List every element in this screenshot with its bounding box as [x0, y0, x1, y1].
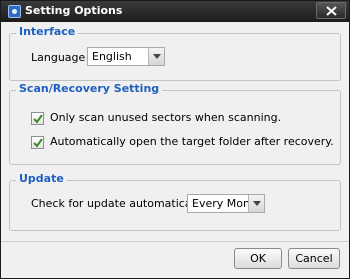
update-group: Update Check for update automatically Ev…: [9, 172, 341, 231]
update-group-title: Update: [16, 172, 67, 186]
scan-recovery-group-title: Scan/Recovery Setting: [16, 82, 163, 96]
footer-divider: [1, 241, 349, 242]
scan-unused-sectors-checkbox[interactable]: [31, 112, 44, 125]
scan-recovery-group: Scan/Recovery Setting Only scan unused s…: [9, 82, 341, 165]
ok-button[interactable]: OK: [234, 248, 282, 269]
close-icon: [326, 6, 337, 16]
checkmark-icon: [33, 114, 43, 124]
interface-group: Interface Language English: [9, 25, 341, 81]
language-select[interactable]: English: [87, 47, 165, 66]
update-frequency-select[interactable]: Every Month: [187, 194, 265, 213]
chevron-down-icon: [153, 54, 161, 59]
checkmark-icon: [33, 138, 43, 148]
chevron-down-icon: [253, 201, 261, 206]
close-button[interactable]: [316, 2, 346, 19]
interface-group-title: Interface: [16, 25, 79, 39]
title-bar[interactable]: Setting Options: [1, 1, 349, 22]
language-label: Language: [31, 51, 86, 64]
scan-unused-sectors-label[interactable]: Only scan unused sectors when scanning.: [50, 111, 281, 125]
settings-dialog: Setting Options Interface Language Engli…: [0, 0, 350, 279]
language-select-value: English: [92, 50, 132, 63]
check-update-label: Check for update automatically: [31, 197, 205, 210]
language-dropdown-button[interactable]: [148, 48, 164, 65]
update-frequency-dropdown-button[interactable]: [248, 195, 264, 212]
window-title: Setting Options: [25, 4, 123, 17]
auto-open-folder-label[interactable]: Automatically open the target folder aft…: [50, 135, 334, 149]
auto-open-folder-checkbox[interactable]: [31, 136, 44, 149]
app-icon: [8, 5, 21, 18]
cancel-button[interactable]: Cancel: [288, 248, 340, 269]
